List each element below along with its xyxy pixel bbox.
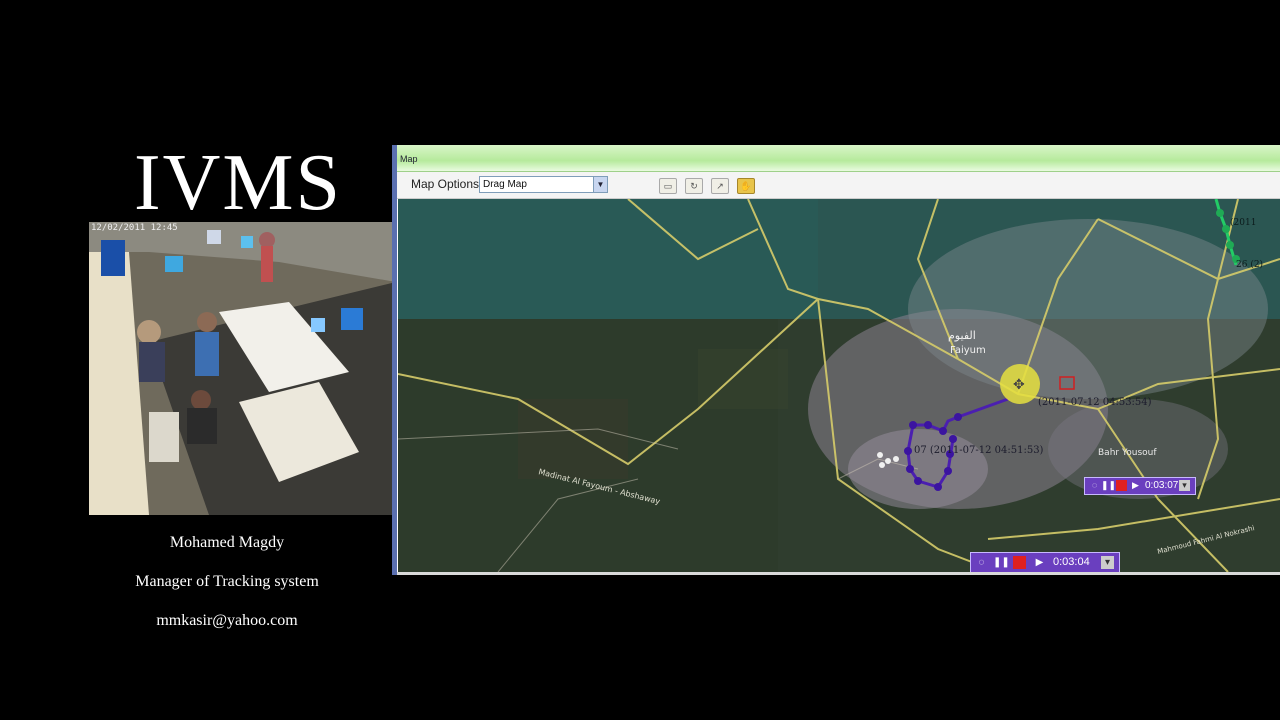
cctv-timestamp: 12/02/2011 12:45 (91, 223, 178, 233)
presenter-name: Mohamed Magdy (169, 534, 285, 551)
map-label-faiyum: Faiyum (950, 345, 986, 356)
app-left-border (392, 145, 397, 575)
stop-button[interactable] (1116, 480, 1127, 491)
map-canvas[interactable]: الفيوم Faiyum Bahr Yousouf Madinat Al Fa… (398, 199, 1280, 572)
satellite-map[interactable]: الفيوم Faiyum Bahr Yousouf Madinat Al Fa… (398, 199, 1280, 572)
zoom-rect-icon[interactable]: ▭ (659, 178, 677, 194)
slide-title: IVMS (133, 139, 343, 227)
map-label-bahr-yousouf: Bahr Yousouf (1098, 448, 1157, 458)
map-toolbar: Map Options Drag Map ▼ ▭ ↻ ↗ ✋ (397, 172, 1280, 199)
play-button[interactable]: ▶ (1130, 480, 1141, 491)
loading-spinner-icon: ◌ (978, 557, 985, 568)
measure-icon[interactable]: ↗ (711, 178, 729, 194)
map-mode-select[interactable]: Drag Map ▼ (479, 176, 608, 193)
map-label-faiyum-ar: الفيوم (948, 329, 976, 342)
playback-control-small: ◌ ❚❚ ▶ 0:03:07 ▾ (1084, 477, 1196, 495)
map-mode-value: Drag Map (483, 179, 527, 190)
green-track-label-2: 26 (2) (1236, 259, 1263, 270)
expand-icon[interactable]: ▾ (1101, 556, 1114, 569)
chevron-down-icon[interactable]: ▼ (593, 177, 607, 192)
expand-icon[interactable]: ▾ (1179, 480, 1190, 491)
pause-button[interactable]: ❚❚ (993, 556, 1010, 569)
loading-spinner-icon: ◌ (1091, 480, 1098, 490)
tracking-app-window: Map Map Options Drag Map ▼ ▭ ↻ ↗ ✋ الفيو… (392, 145, 1280, 575)
playback-time-big: 0:03:04 (1053, 556, 1090, 568)
map-options-label: Map Options (411, 177, 480, 191)
pause-button[interactable]: ❚❚ (1101, 480, 1116, 491)
green-track-label-1: (2011 (1230, 217, 1256, 228)
playback-time-small: 0:03:07 (1145, 480, 1179, 491)
map-footer-bar (397, 572, 1280, 575)
cctv-camera-feed: 12/02/2011 12:45 (89, 222, 396, 515)
presenter-role: Manager of Tracking system (135, 573, 319, 590)
svg-text:✥: ✥ (1013, 377, 1025, 393)
play-button[interactable]: ▶ (1033, 556, 1046, 569)
presenter-email: mmkasir@yahoo.com (156, 612, 298, 629)
purple-track-label: 07 (2011-07-12 04:51:53) (914, 445, 1044, 456)
playback-control-big: ◌ ❚❚ ▶ 0:03:04 ▾ (970, 552, 1120, 572)
yellow-vehicle-marker[interactable]: ✥ (1000, 364, 1040, 404)
control-room-image (89, 222, 396, 515)
pan-icon[interactable]: ↻ (685, 178, 703, 194)
map-panel-header: Map (397, 145, 1280, 172)
stop-button[interactable] (1013, 556, 1026, 569)
yellow-track-label: (2011-07-12 04:53:54) (1038, 397, 1152, 408)
map-panel-title: Map (400, 154, 418, 164)
hand-icon[interactable]: ✋ (737, 178, 755, 194)
